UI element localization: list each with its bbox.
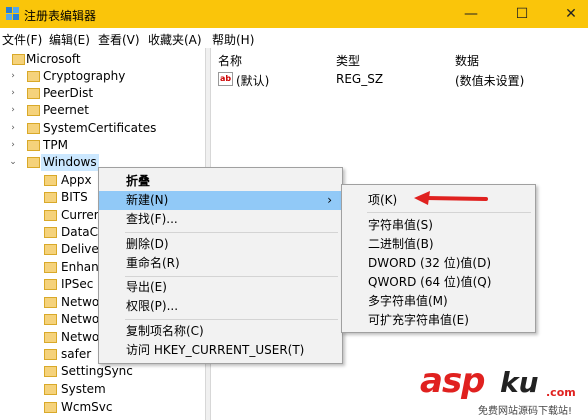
submenu-item-expandable-string-value[interactable]: 可扩充字符串值(E) [342, 311, 535, 330]
context-menu: 折叠 新建(N) › 查找(F)... 删除(D) 重命名(R) 导出(E) 权… [98, 167, 343, 364]
folder-icon [44, 175, 57, 186]
menu-item-find[interactable]: 查找(F)... [99, 210, 342, 229]
menu-item-rename[interactable]: 重命名(R) [99, 254, 342, 273]
folder-icon [44, 384, 57, 395]
folder-icon [12, 54, 25, 65]
maximize-button[interactable]: ☐ [507, 4, 537, 24]
column-header-name[interactable]: 名称 [218, 52, 242, 69]
menu-separator [125, 232, 338, 233]
menu-separator [367, 212, 531, 213]
tree-item-wcmsvc[interactable]: WcmSvc [0, 399, 205, 416]
tree-item-settingsync[interactable]: SettingSync [0, 363, 205, 380]
watermark-ku: ku [500, 366, 539, 399]
new-submenu: 项(K) 字符串值(S) 二进制值(B) DWORD (32 位)值(D) QW… [341, 184, 536, 333]
menu-item-collapse[interactable]: 折叠 [99, 172, 342, 191]
watermark-subtitle: 免费网站源码下载站! [478, 402, 573, 417]
tree-item-microsoft[interactable]: Microsoft [0, 51, 205, 68]
folder-icon [44, 192, 57, 203]
registry-editor-icon [6, 7, 19, 20]
tree-item-peerdist[interactable]: › PeerDist [0, 85, 205, 102]
folder-icon [44, 227, 57, 238]
minimize-button[interactable]: — [456, 4, 486, 24]
annotation-arrow-icon [414, 191, 488, 205]
column-header-type[interactable]: 类型 [336, 52, 360, 69]
folder-icon [27, 140, 40, 151]
expand-arrow-icon[interactable]: › [8, 120, 18, 137]
value-data: (数值未设置) [455, 74, 525, 88]
string-value-icon: ab [218, 72, 233, 86]
folder-icon [44, 332, 57, 343]
folder-icon [27, 71, 40, 82]
menu-item-permissions[interactable]: 权限(P)... [99, 297, 342, 316]
menu-item-export[interactable]: 导出(E) [99, 278, 342, 297]
menu-item-delete[interactable]: 删除(D) [99, 235, 342, 254]
folder-icon [27, 88, 40, 99]
folder-icon [27, 123, 40, 134]
menu-favorites[interactable]: 收藏夹(A) [148, 31, 202, 48]
submenu-arrow-icon: › [327, 193, 332, 207]
folder-icon [44, 314, 57, 325]
menu-separator [125, 319, 338, 320]
folder-icon [44, 244, 57, 255]
menu-file[interactable]: 文件(F) [2, 31, 42, 48]
expand-arrow-icon[interactable]: › [8, 137, 18, 154]
value-type: REG_SZ [336, 72, 384, 86]
folder-icon [44, 279, 57, 290]
expand-arrow-icon[interactable]: › [8, 85, 18, 102]
submenu-item-string-value[interactable]: 字符串值(S) [342, 216, 535, 235]
menu-help[interactable]: 帮助(H) [212, 31, 254, 48]
tree-item-system[interactable]: System [0, 381, 205, 398]
expand-arrow-icon[interactable]: › [8, 102, 18, 119]
folder-icon [27, 157, 40, 168]
expand-arrow-icon[interactable]: › [8, 68, 18, 85]
menu-item-goto-hkcu[interactable]: 访问 HKEY_CURRENT_USER(T) [99, 341, 342, 360]
folder-icon [44, 349, 57, 360]
submenu-item-dword-value[interactable]: DWORD (32 位)值(D) [342, 254, 535, 273]
submenu-item-qword-value[interactable]: QWORD (64 位)值(Q) [342, 273, 535, 292]
menu-view[interactable]: 查看(V) [98, 31, 140, 48]
tree-item-systemcertificates[interactable]: › SystemCertificates [0, 120, 205, 137]
folder-icon [44, 297, 57, 308]
menu-separator [125, 276, 338, 277]
folder-icon [44, 262, 57, 273]
tree-item-peernet[interactable]: › Peernet [0, 102, 205, 119]
menu-item-new[interactable]: 新建(N) › [99, 191, 342, 210]
submenu-item-multi-string-value[interactable]: 多字符串值(M) [342, 292, 535, 311]
folder-icon [27, 105, 40, 116]
watermark-com: .com [546, 386, 576, 399]
tree-item-cryptography[interactable]: › Cryptography [0, 68, 205, 85]
collapse-arrow-icon[interactable]: ⌄ [8, 154, 18, 171]
watermark-asp: asp [420, 361, 486, 401]
menu-item-copy-key-name[interactable]: 复制项名称(C) [99, 322, 342, 341]
tree-item-tpm[interactable]: › TPM [0, 137, 205, 154]
menu-bar: 文件(F) 编辑(E) 查看(V) 收藏夹(A) 帮助(H) [0, 28, 588, 48]
window-title: 注册表编辑器 [24, 9, 97, 23]
folder-icon [44, 402, 57, 413]
column-header-data[interactable]: 数据 [455, 52, 479, 69]
submenu-item-binary-value[interactable]: 二进制值(B) [342, 235, 535, 254]
folder-icon [44, 210, 57, 221]
menu-edit[interactable]: 编辑(E) [49, 31, 90, 48]
folder-icon [44, 366, 57, 377]
value-name[interactable]: (默认) [236, 72, 269, 89]
title-bar: 注册表编辑器 — ☐ ✕ [0, 0, 588, 28]
close-button[interactable]: ✕ [556, 4, 586, 24]
